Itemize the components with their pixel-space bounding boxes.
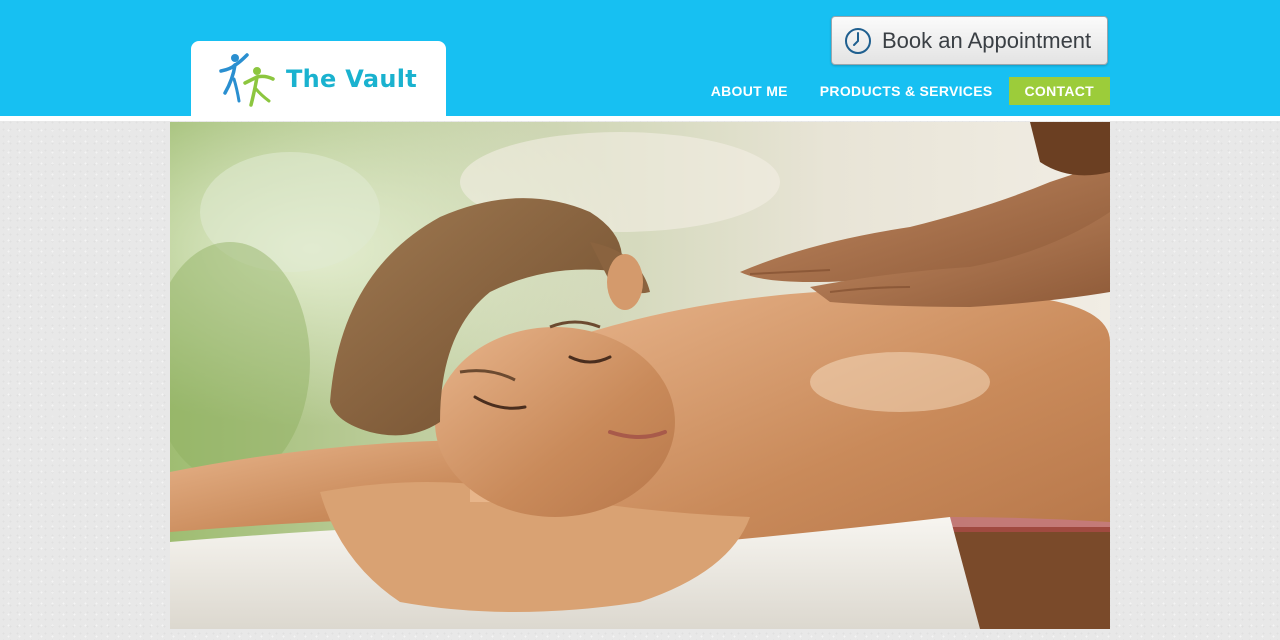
logo[interactable]: The Vault — [191, 41, 446, 121]
nav-item-contact[interactable]: CONTACT — [1008, 77, 1110, 105]
nav-item-products-services[interactable]: PRODUCTS & SERVICES — [804, 77, 1009, 105]
dancing-figures-logo-icon — [219, 53, 275, 107]
massage-photo — [170, 122, 1110, 629]
clock-icon — [845, 27, 871, 54]
logo-text: The Vault — [286, 65, 418, 93]
main-nav: ABOUT ME PRODUCTS & SERVICES CONTACT — [695, 77, 1110, 105]
nav-item-about-me[interactable]: ABOUT ME — [695, 77, 804, 105]
hero-image — [170, 122, 1110, 629]
book-appointment-button[interactable]: Book an Appointment — [831, 16, 1108, 65]
book-appointment-label: Book an Appointment — [882, 27, 1092, 53]
